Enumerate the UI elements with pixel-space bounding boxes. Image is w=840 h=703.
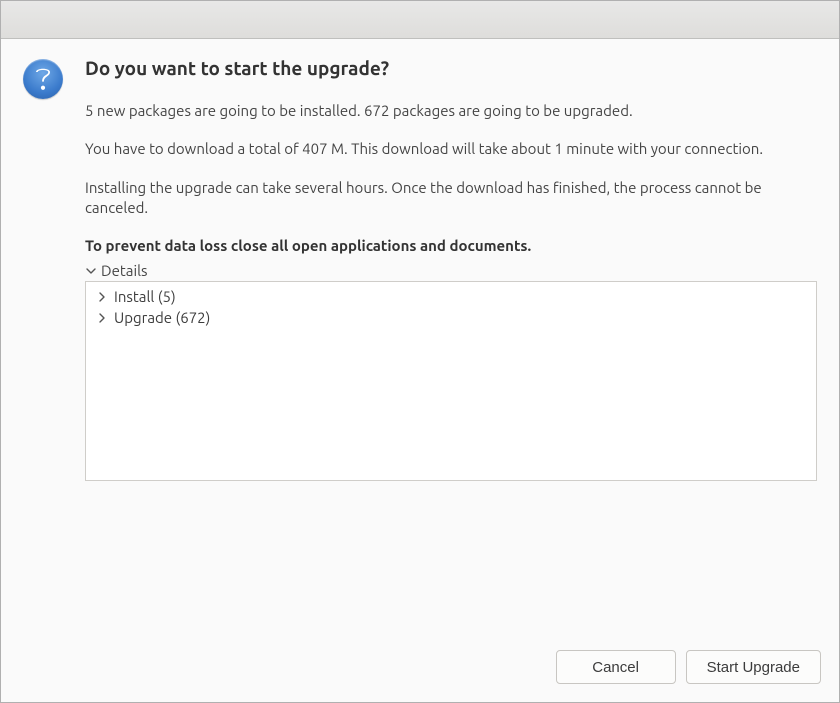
- icon-column: [23, 57, 67, 636]
- tree-row-install[interactable]: Install (5): [92, 286, 810, 307]
- chevron-down-icon: [85, 265, 97, 277]
- tree-row-label: Install (5): [114, 288, 176, 305]
- details-box[interactable]: Install (5) Upgrade (672): [85, 281, 817, 481]
- install-warning-text: Installing the upgrade can take several …: [85, 178, 817, 219]
- button-row: Cancel Start Upgrade: [1, 636, 839, 702]
- details-toggle[interactable]: Details: [85, 262, 817, 279]
- dialog-content: Do you want to start the upgrade? 5 new …: [1, 39, 839, 636]
- package-summary-text: 5 new packages are going to be installed…: [85, 101, 817, 121]
- chevron-right-icon: [96, 312, 108, 324]
- data-loss-warning-text: To prevent data loss close all open appl…: [85, 236, 817, 256]
- main-column: Do you want to start the upgrade? 5 new …: [85, 57, 817, 636]
- chevron-right-icon: [96, 291, 108, 303]
- start-upgrade-button[interactable]: Start Upgrade: [686, 650, 821, 684]
- dialog-heading: Do you want to start the upgrade?: [85, 57, 817, 79]
- details-label: Details: [101, 262, 148, 279]
- tree-row-label: Upgrade (672): [114, 309, 210, 326]
- upgrade-dialog: Do you want to start the upgrade? 5 new …: [0, 0, 840, 703]
- cancel-button[interactable]: Cancel: [556, 650, 676, 684]
- titlebar: [1, 1, 839, 39]
- tree-row-upgrade[interactable]: Upgrade (672): [92, 307, 810, 328]
- download-info-text: You have to download a total of 407 M. T…: [85, 139, 817, 159]
- question-icon: [23, 59, 63, 99]
